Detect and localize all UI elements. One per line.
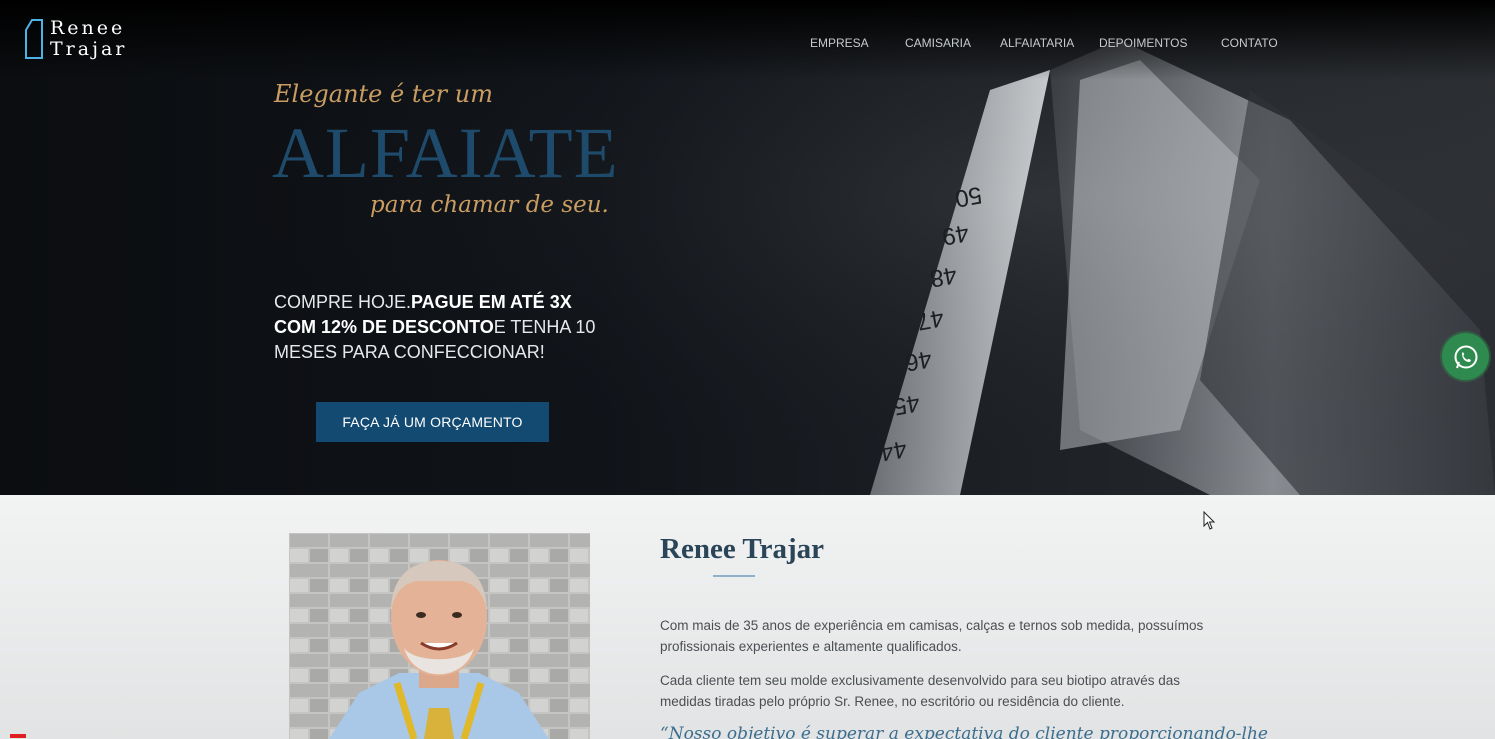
tape-label-45: 45 bbox=[890, 388, 922, 421]
tape-label-46: 46 bbox=[902, 344, 934, 377]
about-title: Renee Trajar bbox=[660, 533, 825, 565]
nav-empresa[interactable]: EMPRESA bbox=[810, 36, 869, 50]
brand-name: Renee Trajar bbox=[50, 18, 127, 60]
whatsapp-button[interactable] bbox=[1442, 333, 1489, 380]
logo-mark-icon bbox=[25, 19, 43, 59]
mouse-pointer-icon bbox=[1203, 511, 1216, 530]
brand-line-1: Renee bbox=[50, 17, 126, 39]
tape-label-44: 44 bbox=[877, 434, 909, 467]
brand-line-2: Trajar bbox=[50, 38, 128, 60]
promo-part-1: COMPRE HOJE. bbox=[274, 292, 412, 312]
progress-indicator bbox=[10, 734, 26, 738]
founder-portrait-image bbox=[289, 533, 590, 739]
about-paragraph-1: Com mais de 35 anos de experiência em ca… bbox=[660, 618, 1204, 654]
hero-kicker: Elegante é ter um bbox=[274, 80, 493, 108]
nav-depoimentos[interactable]: DEPOIMENTOS bbox=[1099, 36, 1187, 50]
nav-camisaria[interactable]: CAMISARIA bbox=[905, 36, 971, 50]
about-paragraph-2: Cada cliente tem seu molde exclusivament… bbox=[660, 673, 1181, 709]
promo-text: COMPRE HOJE.PAGUE EM ATÉ 3X COM 12% DE D… bbox=[274, 290, 604, 365]
nav-alfaiataria[interactable]: ALFAIATARIA bbox=[1000, 36, 1074, 50]
brand-logo[interactable]: Renee Trajar bbox=[24, 18, 127, 60]
tape-label-47: 47 bbox=[914, 303, 946, 336]
about-quote: “Nosso objetivo é superar a expectativa … bbox=[660, 724, 1268, 739]
tape-label-50: 50 bbox=[952, 180, 984, 213]
tape-label-49: 49 bbox=[939, 218, 971, 251]
whatsapp-icon bbox=[1454, 345, 1477, 368]
hero-banner: 50 49 48 47 46 45 44 Renee Trajar EMPRES… bbox=[0, 0, 1495, 495]
tape-label-48: 48 bbox=[927, 260, 959, 293]
hero-tagline: para chamar de seu. bbox=[370, 192, 609, 218]
quote-request-button[interactable]: FAÇA JÁ UM ORÇAMENTO bbox=[316, 402, 549, 442]
title-divider bbox=[713, 575, 755, 577]
hero-headline: ALFAIATE bbox=[272, 113, 619, 193]
nav-contato[interactable]: CONTATO bbox=[1221, 36, 1278, 50]
